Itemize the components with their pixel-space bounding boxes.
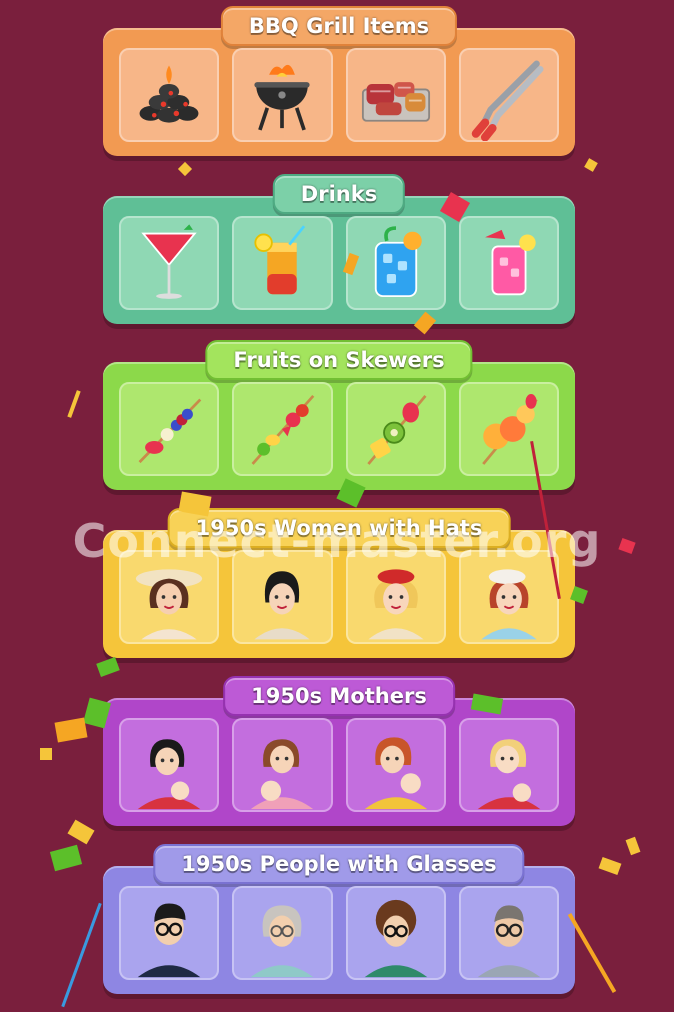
group-1950s-people-with-glasses: 1950s People with Glasses: [103, 844, 575, 994]
elderly-woman-glasses-icon: [251, 905, 314, 978]
mother-baby-1-icon: [137, 739, 201, 810]
mother-baby-4-icon: [477, 739, 541, 810]
group-fruits-on-skewers: Fruits on Skewers: [103, 340, 575, 490]
confetti-piece: [625, 836, 641, 856]
tile-pink-drink[interactable]: [458, 216, 559, 310]
confetti-piece: [567, 913, 617, 993]
tile-blue-lemonade[interactable]: [345, 216, 446, 310]
group-drinks: Drinks: [103, 174, 575, 324]
tongs-icon: [471, 60, 544, 141]
white-hat-woman-icon: [481, 569, 537, 640]
strawberry-banana-skewer-icon: [251, 394, 315, 465]
older-man-glasses-icon: [477, 905, 541, 978]
layered-drink-icon: [254, 225, 306, 295]
group-title: Fruits on Skewers: [205, 340, 473, 380]
tile-white-hat-woman[interactable]: [458, 550, 559, 644]
group-title: BBQ Grill Items: [220, 6, 458, 46]
cocktail-icon: [141, 224, 197, 299]
grill-icon: [254, 64, 310, 131]
tile-red-beret-woman[interactable]: [345, 550, 446, 644]
berry-skewer-icon: [138, 398, 202, 464]
woman-curly-glasses-icon: [364, 899, 427, 978]
young-man-glasses-icon: [137, 903, 201, 978]
tile-kiwi-pineapple-skewer[interactable]: [345, 382, 446, 476]
tile-elderly-woman-glasses[interactable]: [232, 886, 333, 980]
tile-meat-tray[interactable]: [345, 48, 446, 142]
group-1950s-mothers: 1950s Mothers: [103, 676, 575, 826]
peach-skewer-icon: [482, 394, 538, 465]
tile-woman-curly-glasses[interactable]: [345, 886, 446, 980]
group-title: 1950s Mothers: [223, 676, 455, 716]
group-title: 1950s People with Glasses: [153, 844, 525, 884]
confetti-piece: [67, 819, 95, 845]
tile-mother-baby-3[interactable]: [345, 718, 446, 812]
game-board: BBQ Grill Items Drinks Fruits on Skewers…: [0, 0, 674, 1012]
pink-drink-icon: [484, 229, 536, 296]
confetti-piece: [618, 537, 636, 555]
group-1950s-women-with-hats: 1950s Women with Hats: [103, 508, 575, 658]
tile-sun-hat-woman[interactable]: [119, 550, 220, 644]
tile-tongs[interactable]: [458, 48, 559, 142]
black-hair-woman-icon: [254, 571, 310, 640]
mother-baby-2-icon: [251, 739, 314, 810]
red-beret-woman-icon: [368, 569, 424, 640]
tile-black-hair-woman[interactable]: [232, 550, 333, 644]
tile-berry-skewer[interactable]: [119, 382, 220, 476]
confetti-piece: [40, 748, 52, 760]
confetti-piece: [177, 161, 193, 177]
confetti-piece: [96, 657, 120, 677]
tile-layered-drink[interactable]: [232, 216, 333, 310]
group-title: 1950s Women with Hats: [167, 508, 511, 548]
tile-cocktail[interactable]: [119, 216, 220, 310]
confetti-piece: [598, 856, 622, 876]
confetti-piece: [584, 158, 598, 172]
tile-peach-skewer[interactable]: [458, 382, 559, 476]
group-bbq-grill-items: BBQ Grill Items: [103, 6, 575, 156]
tile-coals[interactable]: [119, 48, 220, 142]
confetti-piece: [67, 390, 81, 418]
confetti-piece: [61, 902, 102, 1008]
coals-icon: [139, 65, 199, 123]
mother-baby-3-icon: [364, 737, 427, 810]
tile-mother-baby-2[interactable]: [232, 718, 333, 812]
tile-older-man-glasses[interactable]: [458, 886, 559, 980]
tile-mother-baby-4[interactable]: [458, 718, 559, 812]
kiwi-pineapple-skewer-icon: [366, 394, 427, 465]
tile-mother-baby-1[interactable]: [119, 718, 220, 812]
tile-strawberry-banana-skewer[interactable]: [232, 382, 333, 476]
confetti-piece: [54, 717, 88, 743]
tile-grill[interactable]: [232, 48, 333, 142]
confetti-piece: [49, 844, 83, 872]
tile-young-man-glasses[interactable]: [119, 886, 220, 980]
meat-tray-icon: [361, 82, 430, 122]
group-title: Drinks: [272, 174, 406, 214]
blue-lemonade-icon: [374, 226, 422, 298]
sun-hat-woman-icon: [136, 569, 203, 640]
